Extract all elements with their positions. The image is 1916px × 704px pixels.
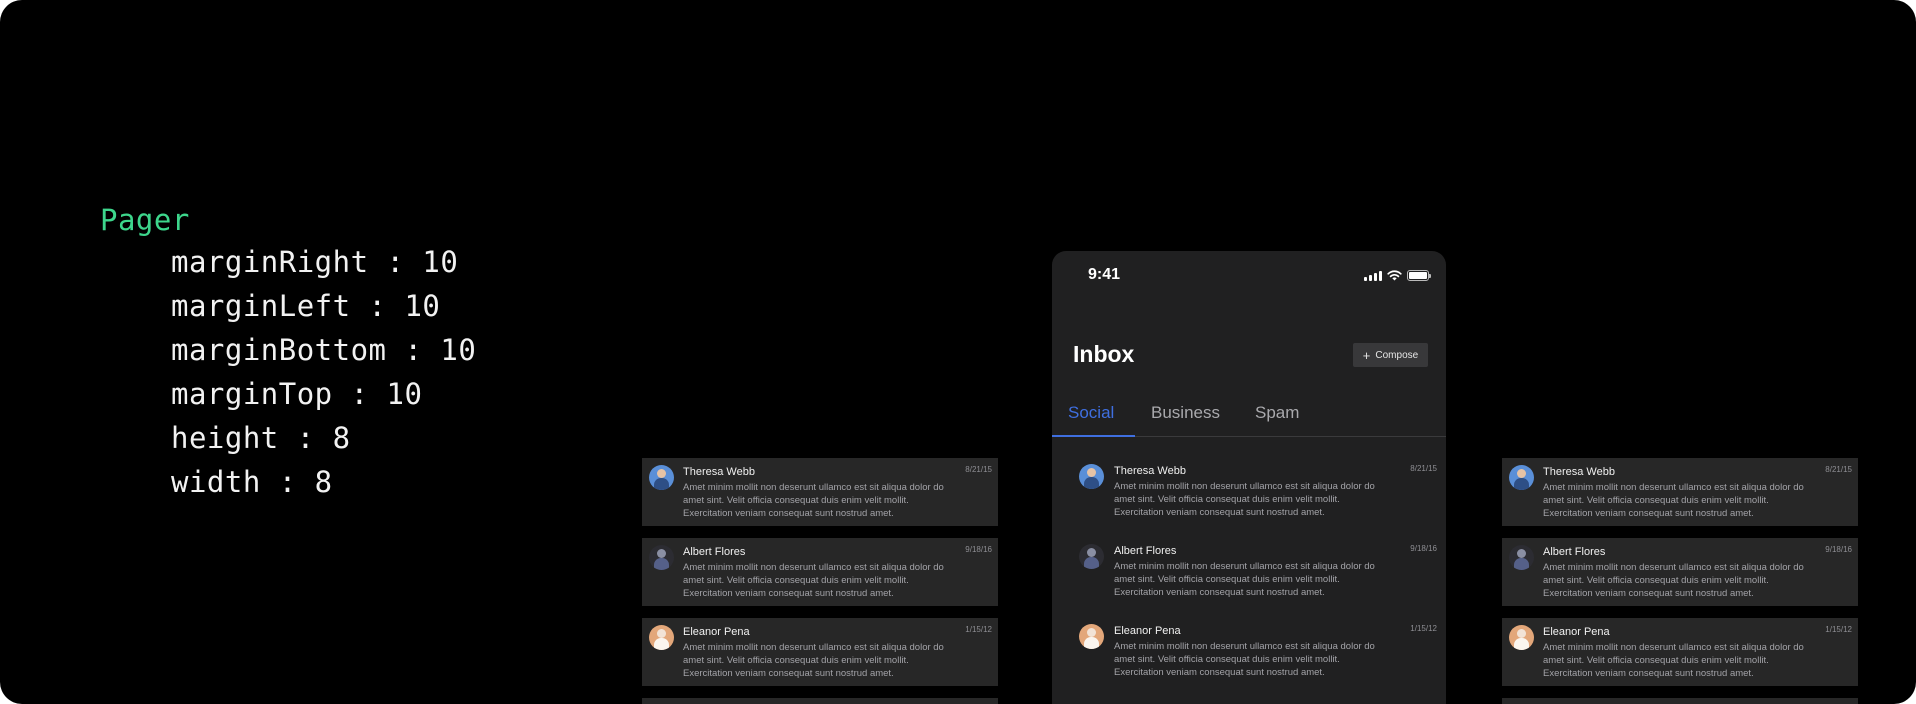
avatar — [1079, 544, 1104, 569]
avatar — [1509, 545, 1534, 570]
prop-margin-bottom: marginBottom : 10 — [171, 333, 477, 367]
pager-page-next[interactable]: Theresa Webb 8/21/15 Amet minim mollit n… — [1502, 458, 1858, 704]
plus-icon: + — [1362, 347, 1371, 363]
message-preview: Amet minim mollit non deserunt ullamco e… — [1543, 482, 1804, 519]
tab-bar: Social Business Spam — [1052, 403, 1446, 437]
list-item[interactable]: Albert Flores 9/18/16 Amet minim mollit … — [1502, 538, 1858, 606]
page-title: Inbox — [1073, 341, 1135, 367]
compose-button[interactable]: + Compose — [1353, 343, 1428, 367]
sender-name: Eleanor Pena — [1543, 626, 1610, 638]
sender-name: Theresa Webb — [1543, 466, 1615, 478]
message-preview: Amet minim mollit non deserunt ullamco e… — [1114, 641, 1375, 678]
list-item[interactable] — [642, 698, 998, 704]
avatar — [649, 545, 674, 570]
active-tab-indicator — [1052, 435, 1135, 437]
list-item[interactable]: Eleanor Pena 1/15/12 Amet minim mollit n… — [642, 618, 998, 686]
message-date: 1/15/12 — [1410, 624, 1437, 633]
sender-name: Albert Flores — [1543, 546, 1606, 558]
prop-margin-top: marginTop : 10 — [171, 377, 423, 411]
list-item[interactable] — [1502, 698, 1858, 704]
list-item[interactable]: Albert Flores 9/18/16 Amet minim mollit … — [642, 538, 998, 606]
code-block: Pager marginRight : 10 marginLeft : 10 m… — [100, 200, 476, 504]
tab-social[interactable]: Social — [1068, 403, 1114, 423]
list-item[interactable]: Albert Flores 9/18/16 Amet minim mollit … — [1052, 537, 1446, 605]
pager-page-previous[interactable]: Theresa Webb 8/21/15 Amet minim mollit n… — [642, 458, 998, 704]
sender-name: Theresa Webb — [1114, 465, 1186, 477]
message-date: 9/18/16 — [1410, 544, 1437, 553]
compose-label: Compose — [1375, 349, 1419, 361]
list-item[interactable]: Eleanor Pena 1/15/12 Amet minim mollit n… — [1502, 618, 1858, 686]
prop-width: width : 8 — [171, 465, 333, 499]
status-icons — [1364, 270, 1431, 281]
avatar — [1079, 464, 1104, 489]
avatar — [1509, 465, 1534, 490]
message-date: 9/18/16 — [965, 545, 992, 554]
status-bar: 9:41 — [1052, 251, 1446, 295]
avatar — [1509, 625, 1534, 650]
message-preview: Amet minim mollit non deserunt ullamco e… — [1114, 481, 1375, 518]
phone-screen: 9:41 Inbox + Compose Social Business Spa… — [1052, 251, 1446, 704]
sender-name: Eleanor Pena — [1114, 625, 1181, 637]
list-item[interactable]: Theresa Webb 8/21/15 Amet minim mollit n… — [1502, 458, 1858, 526]
battery-icon — [1407, 270, 1431, 281]
message-preview: Amet minim mollit non deserunt ullamco e… — [683, 482, 944, 519]
message-preview: Amet minim mollit non deserunt ullamco e… — [1114, 561, 1375, 598]
cellular-signal-icon — [1364, 270, 1382, 281]
tab-spam[interactable]: Spam — [1255, 403, 1299, 423]
component-name: Pager — [100, 203, 190, 237]
sender-name: Eleanor Pena — [683, 626, 750, 638]
list-item[interactable]: Theresa Webb 8/21/15 Amet minim mollit n… — [1052, 457, 1446, 525]
wifi-icon — [1387, 270, 1402, 281]
message-preview: Amet minim mollit non deserunt ullamco e… — [1543, 562, 1804, 599]
sender-name: Albert Flores — [683, 546, 746, 558]
avatar — [649, 625, 674, 650]
message-date: 1/15/12 — [965, 625, 992, 634]
status-time: 9:41 — [1088, 266, 1121, 283]
pager-page-current[interactable]: Theresa Webb 8/21/15 Amet minim mollit n… — [1052, 457, 1446, 697]
message-date: 1/15/12 — [1825, 625, 1852, 634]
avatar — [1079, 624, 1104, 649]
message-date: 8/21/15 — [1410, 464, 1437, 473]
list-item[interactable]: Eleanor Pena 1/15/12 Amet minim mollit n… — [1052, 617, 1446, 685]
message-date: 9/18/16 — [1825, 545, 1852, 554]
tab-business[interactable]: Business — [1151, 403, 1220, 423]
prop-margin-left: marginLeft : 10 — [171, 289, 441, 323]
avatar — [649, 465, 674, 490]
canvas: Pager marginRight : 10 marginLeft : 10 m… — [0, 0, 1916, 704]
sender-name: Albert Flores — [1114, 545, 1177, 557]
prop-height: height : 8 — [171, 421, 351, 455]
sender-name: Theresa Webb — [683, 466, 755, 478]
list-item[interactable]: Theresa Webb 8/21/15 Amet minim mollit n… — [642, 458, 998, 526]
message-preview: Amet minim mollit non deserunt ullamco e… — [683, 642, 944, 679]
prop-margin-right: marginRight : 10 — [171, 245, 459, 279]
message-date: 8/21/15 — [965, 465, 992, 474]
message-date: 8/21/15 — [1825, 465, 1852, 474]
message-preview: Amet minim mollit non deserunt ullamco e… — [1543, 642, 1804, 679]
message-preview: Amet minim mollit non deserunt ullamco e… — [683, 562, 944, 599]
